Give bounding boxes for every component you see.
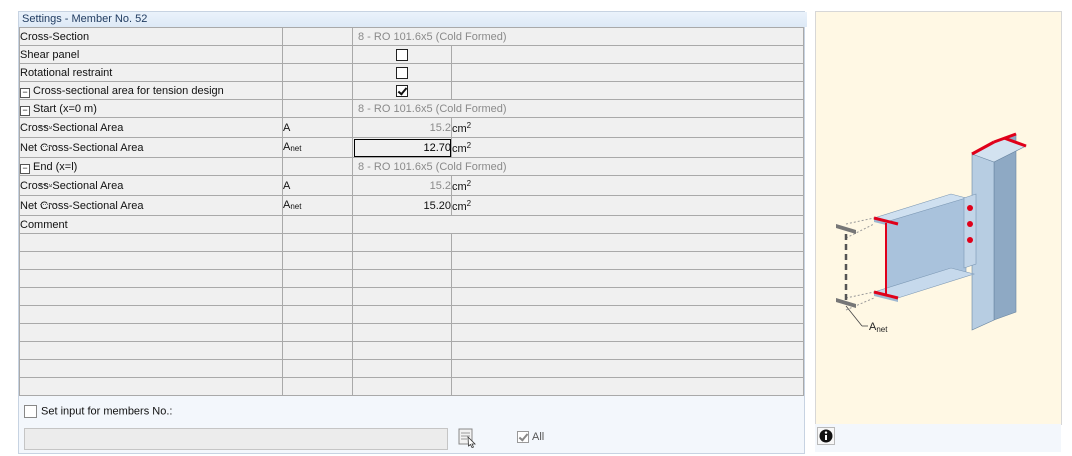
- table-row: [19, 305, 804, 324]
- table-row: Net Cross-Sectional Area Anet 15.20 cm2: [19, 195, 804, 216]
- info-icon[interactable]: [817, 427, 835, 445]
- connection-illustration: Anet: [836, 132, 1027, 334]
- settings-panel: Settings - Member No. 52 Cross-Section 8…: [18, 11, 807, 454]
- anet-label: Anet: [869, 321, 888, 334]
- start-net-symbol: Anet: [282, 137, 353, 158]
- set-input-checkbox[interactable]: [24, 405, 37, 418]
- minus-box-icon[interactable]: −: [20, 87, 30, 98]
- start-area-value: 15.2: [352, 117, 452, 138]
- start-net-label: Net Cross-Sectional Area: [19, 137, 283, 158]
- comment-input[interactable]: [352, 215, 804, 234]
- members-field[interactable]: [24, 428, 448, 450]
- table-row: Cross-Sectional Area A 15.2 cm2: [19, 117, 804, 138]
- all-option[interactable]: All: [517, 431, 545, 444]
- start-net-unit: cm2: [451, 137, 804, 158]
- table-row: − End (x=l) 8 - RO 101.6x5 (Cold Formed): [19, 157, 804, 176]
- illustration-toolbar: [815, 424, 1061, 452]
- minus-box-icon[interactable]: −: [20, 163, 30, 174]
- minus-box-icon[interactable]: −: [20, 105, 30, 116]
- end-label: End (x=l): [33, 160, 78, 173]
- end-section-value: 8 - RO 101.6x5 (Cold Formed): [352, 157, 804, 176]
- table-row: [19, 287, 804, 306]
- table-row: Rotational restraint: [19, 63, 804, 82]
- end-area-label: Cross-Sectional Area: [19, 175, 283, 196]
- table-row: Cross-Section 8 - RO 101.6x5 (Cold Forme…: [19, 27, 804, 46]
- end-net-input[interactable]: 15.20: [352, 195, 452, 216]
- table-row: [19, 341, 804, 360]
- table-row: Shear panel: [19, 45, 804, 64]
- start-area-symbol: A: [282, 117, 353, 138]
- end-net-symbol: Anet: [282, 195, 353, 216]
- pick-members-icon[interactable]: [456, 426, 478, 448]
- table-row: Cross-Sectional Area A 15.2 cm2: [19, 175, 804, 196]
- table-row: Net Cross-Sectional Area Anet 12.70 cm2: [19, 137, 804, 158]
- end-area-symbol: A: [282, 175, 353, 196]
- table-row: [19, 233, 804, 252]
- tension-area-checkbox[interactable]: [396, 84, 408, 97]
- illustration-panel: Anet: [815, 11, 1062, 425]
- settings-grid: Cross-Section 8 - RO 101.6x5 (Cold Forme…: [19, 27, 804, 396]
- end-net-label: Net Cross-Sectional Area: [19, 195, 283, 216]
- table-row: [19, 251, 804, 270]
- set-input-label: Set input for members No.:: [41, 405, 173, 418]
- start-section-value: 8 - RO 101.6x5 (Cold Formed): [352, 99, 804, 118]
- all-label: All: [532, 431, 545, 443]
- tension-area-label: Cross-sectional area for tension design: [33, 84, 224, 97]
- end-area-unit: cm2: [451, 175, 804, 196]
- end-area-value: 15.2: [352, 175, 452, 196]
- start-label: Start (x=0 m): [33, 102, 97, 115]
- start-area-label: Cross-Sectional Area: [19, 117, 283, 138]
- panel-title: Settings - Member No. 52: [19, 12, 807, 27]
- rotational-restraint-label: Rotational restraint: [19, 63, 283, 82]
- start-net-input[interactable]: 12.70: [352, 137, 452, 158]
- cross-section-label: Cross-Section: [19, 27, 283, 46]
- rotational-restraint-checkbox[interactable]: [396, 66, 408, 79]
- table-row: − Cross-sectional area for tension design: [19, 81, 804, 100]
- table-row: [19, 359, 804, 378]
- table-row: [19, 323, 804, 342]
- comment-label: Comment: [19, 215, 283, 234]
- cross-section-value[interactable]: 8 - RO 101.6x5 (Cold Formed): [352, 27, 804, 46]
- table-row: [19, 269, 804, 288]
- shear-panel-checkbox[interactable]: [396, 48, 408, 61]
- table-row: [19, 377, 804, 396]
- all-checkbox[interactable]: [517, 431, 529, 444]
- start-area-unit: cm2: [451, 117, 804, 138]
- members-input-area: Set input for members No.: All: [19, 398, 804, 453]
- table-row: Comment: [19, 215, 804, 234]
- set-input-option[interactable]: Set input for members No.:: [24, 405, 172, 418]
- shear-panel-label: Shear panel: [19, 45, 283, 64]
- end-net-unit: cm2: [451, 195, 804, 216]
- table-row: − Start (x=0 m) 8 - RO 101.6x5 (Cold Form…: [19, 99, 804, 118]
